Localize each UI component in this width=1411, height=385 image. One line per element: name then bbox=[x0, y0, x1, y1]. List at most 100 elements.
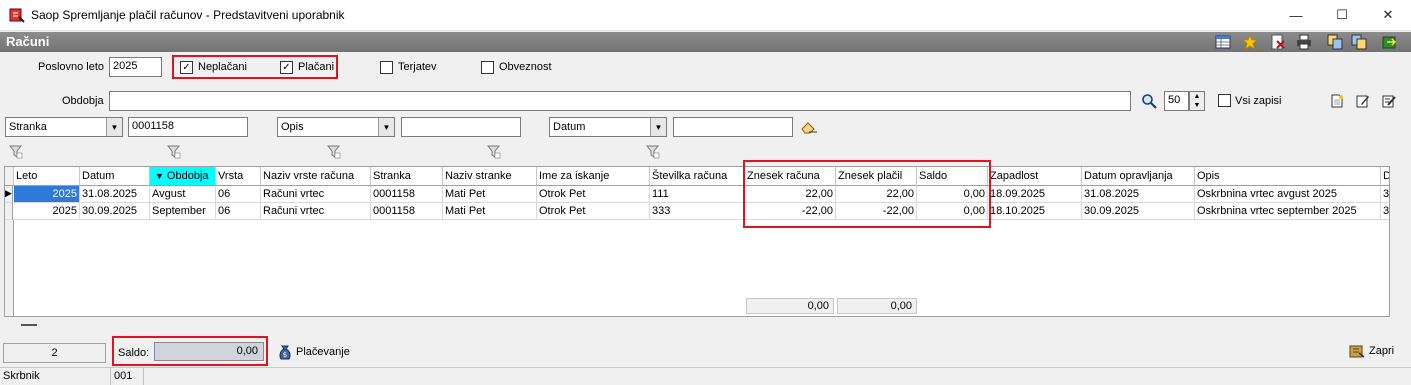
chevron-down-icon[interactable]: ▼ bbox=[106, 118, 122, 136]
record-count: 2 bbox=[3, 343, 106, 363]
new-document-icon[interactable] bbox=[1330, 94, 1344, 108]
search-icon[interactable] bbox=[1141, 93, 1157, 109]
printer-icon[interactable] bbox=[1296, 34, 1312, 50]
sort-desc-icon: ▼ bbox=[155, 171, 164, 181]
table-cell[interactable]: Mati Pet bbox=[443, 186, 537, 203]
terjatev-checkbox[interactable] bbox=[380, 61, 393, 74]
table-cell[interactable]: Oskrbnina vrtec september 2025 bbox=[1195, 203, 1381, 220]
table-settings-icon[interactable] bbox=[1215, 34, 1231, 50]
splitter-handle[interactable] bbox=[21, 324, 37, 326]
favorite-star-icon[interactable] bbox=[1242, 34, 1258, 50]
filter-icon[interactable] bbox=[9, 145, 23, 159]
column-header-naziv-vrste[interactable]: Naziv vrste računa bbox=[261, 167, 371, 186]
minimize-button[interactable]: — bbox=[1273, 0, 1319, 30]
column-header-stevilka-racuna[interactable]: Številka računa bbox=[650, 167, 745, 186]
table-cell[interactable]: 31.08.2025 bbox=[1082, 186, 1195, 203]
chevron-down-icon[interactable]: ▼ bbox=[378, 118, 394, 136]
edit-document-icon[interactable] bbox=[1356, 94, 1370, 108]
table-cell[interactable]: 06 bbox=[216, 186, 261, 203]
column-header-stranka[interactable]: Stranka bbox=[371, 167, 443, 186]
table-cell[interactable]: 3 bbox=[1381, 203, 1389, 220]
vsi-zapisi-label: Vsi zapisi bbox=[1235, 95, 1282, 107]
limit-spinner[interactable]: ▲ ▼ bbox=[1189, 91, 1205, 111]
window-title: Saop Spremljanje plačil računov - Predst… bbox=[31, 8, 345, 22]
saldo-value: 0,00 bbox=[154, 342, 264, 361]
column-header-ime-za-iskanje[interactable]: Ime za iskanje bbox=[537, 167, 650, 186]
filter-icon[interactable] bbox=[167, 145, 181, 159]
stranka-filter-input[interactable]: 0001158 bbox=[128, 117, 248, 137]
exit-icon[interactable] bbox=[1381, 34, 1397, 50]
zapri-label: Zapri bbox=[1369, 345, 1395, 357]
table-cell[interactable]: 30.09.2025 bbox=[80, 203, 150, 220]
eraser-icon[interactable] bbox=[800, 120, 818, 134]
current-row-arrow-icon: ▶ bbox=[5, 188, 12, 198]
combo-stranka[interactable]: Stranka ▼ bbox=[5, 117, 123, 137]
column-header-obdobja[interactable]: ▼ Obdobja bbox=[150, 167, 216, 186]
table-cell[interactable]: 31.08.2025 bbox=[80, 186, 150, 203]
column-header-datum[interactable]: Datum bbox=[80, 167, 150, 186]
opis-filter-input[interactable] bbox=[401, 117, 521, 137]
status-divider bbox=[110, 367, 111, 385]
row-indicator-strip bbox=[5, 220, 14, 316]
table-cell[interactable]: Oskrbnina vrtec avgust 2025 bbox=[1195, 186, 1381, 203]
column-header-leto[interactable]: Leto bbox=[14, 167, 80, 186]
table-cell[interactable]: 2025 bbox=[14, 186, 80, 203]
obveznost-checkbox[interactable] bbox=[481, 61, 494, 74]
column-header-naziv-stranke[interactable]: Naziv stranke bbox=[443, 167, 537, 186]
table-cell[interactable]: 0001158 bbox=[371, 203, 443, 220]
table-cell[interactable]: Otrok Pet bbox=[537, 203, 650, 220]
combo-opis[interactable]: Opis ▼ bbox=[277, 117, 395, 137]
sum-znesek-racuna: 0,00 bbox=[746, 298, 834, 314]
export-icon[interactable] bbox=[1351, 34, 1367, 50]
filter-icon[interactable] bbox=[646, 145, 660, 159]
invoice-table[interactable]: Leto Datum ▼ Obdobja Vrsta Naziv vrste ra… bbox=[4, 166, 1390, 317]
delete-doc-icon[interactable] bbox=[1270, 34, 1286, 50]
placevanje-button[interactable]: $ Plačevanje bbox=[278, 344, 350, 360]
header-band bbox=[0, 32, 1411, 52]
record-limit-input[interactable]: 50 bbox=[1164, 91, 1189, 111]
table-cell[interactable]: 30.09.2025 bbox=[1082, 203, 1195, 220]
close-button[interactable]: ✕ bbox=[1365, 0, 1411, 30]
filter-icon[interactable] bbox=[487, 145, 501, 159]
column-header-datum-opravljanja[interactable]: Datum opravljanja bbox=[1082, 167, 1195, 186]
row-indicator[interactable] bbox=[5, 203, 13, 220]
obveznost-label: Obveznost bbox=[499, 61, 552, 73]
obdobja-label: Obdobja bbox=[62, 95, 104, 107]
filter-icon[interactable] bbox=[327, 145, 341, 159]
column-header-d[interactable]: D bbox=[1381, 167, 1389, 186]
placani-checkbox[interactable]: ✓ bbox=[280, 61, 293, 74]
edit-list-icon[interactable] bbox=[1382, 94, 1396, 108]
table-cell[interactable]: September bbox=[150, 203, 216, 220]
table-cell[interactable]: 18.09.2025 bbox=[988, 186, 1082, 203]
poslovno-leto-input[interactable]: 2025 bbox=[109, 57, 162, 77]
column-header-vrsta[interactable]: Vrsta bbox=[216, 167, 261, 186]
table-cell[interactable]: Računi vrtec bbox=[261, 203, 371, 220]
sum-znesek-placil: 0,00 bbox=[837, 298, 917, 314]
row-indicator[interactable]: ▶ bbox=[5, 186, 13, 203]
column-header-opis[interactable]: Opis bbox=[1195, 167, 1381, 186]
vsi-zapisi-checkbox[interactable] bbox=[1218, 94, 1231, 107]
copy-icon[interactable] bbox=[1327, 34, 1343, 50]
table-cell[interactable]: 06 bbox=[216, 203, 261, 220]
column-header-zapadlost[interactable]: Zapadlost bbox=[988, 167, 1082, 186]
table-cell[interactable]: 333 bbox=[650, 203, 745, 220]
zapri-button[interactable]: Zapri bbox=[1349, 344, 1394, 358]
combo-datum[interactable]: Datum ▼ bbox=[549, 117, 667, 137]
table-cell[interactable]: Mati Pet bbox=[443, 203, 537, 220]
maximize-button[interactable]: ☐ bbox=[1319, 0, 1365, 30]
datum-filter-input[interactable] bbox=[673, 117, 793, 137]
table-cell[interactable]: 2025 bbox=[14, 203, 80, 220]
chevron-down-icon[interactable]: ▼ bbox=[650, 118, 666, 136]
status-bar bbox=[0, 367, 1411, 385]
table-cell[interactable]: Otrok Pet bbox=[537, 186, 650, 203]
neplacani-label: Neplačani bbox=[198, 61, 247, 73]
status-code: 001 bbox=[114, 370, 133, 382]
table-cell[interactable]: Računi vrtec bbox=[261, 186, 371, 203]
obdobja-input[interactable] bbox=[109, 91, 1131, 111]
table-cell[interactable]: 18.10.2025 bbox=[988, 203, 1082, 220]
neplacani-checkbox[interactable]: ✓ bbox=[180, 61, 193, 74]
table-cell[interactable]: 3 bbox=[1381, 186, 1389, 203]
table-cell[interactable]: 0001158 bbox=[371, 186, 443, 203]
table-cell[interactable]: 111 bbox=[650, 186, 745, 203]
table-cell[interactable]: Avgust bbox=[150, 186, 216, 203]
